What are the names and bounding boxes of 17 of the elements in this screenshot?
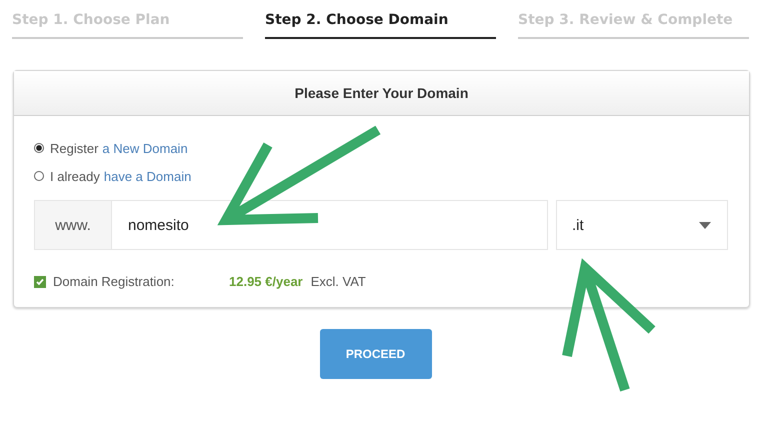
domain-input-field[interactable]: www. nomesito	[34, 200, 548, 250]
option-label: Register	[50, 140, 98, 156]
option-label: I already	[50, 168, 100, 184]
proceed-button[interactable]: PROCEED	[320, 329, 432, 379]
vat-note: Excl. VAT	[310, 274, 366, 289]
option-link[interactable]: a New Domain	[102, 140, 188, 156]
step-tab[interactable]: Step 2. Choose Domain	[265, 12, 496, 39]
option-link[interactable]: have a Domain	[104, 168, 192, 184]
radio-button[interactable]	[34, 171, 44, 181]
radio-button[interactable]	[34, 143, 44, 153]
price-text: 12.95 €/year	[229, 274, 303, 289]
tld-dropdown[interactable]: .it	[556, 200, 728, 250]
caret-icon	[699, 222, 711, 228]
registration-label: Domain Registration:	[53, 274, 176, 289]
panel-title: Please Enter Your Domain	[294, 85, 468, 101]
checkbox[interactable]	[34, 276, 46, 288]
input-prefix: www.	[35, 201, 112, 249]
